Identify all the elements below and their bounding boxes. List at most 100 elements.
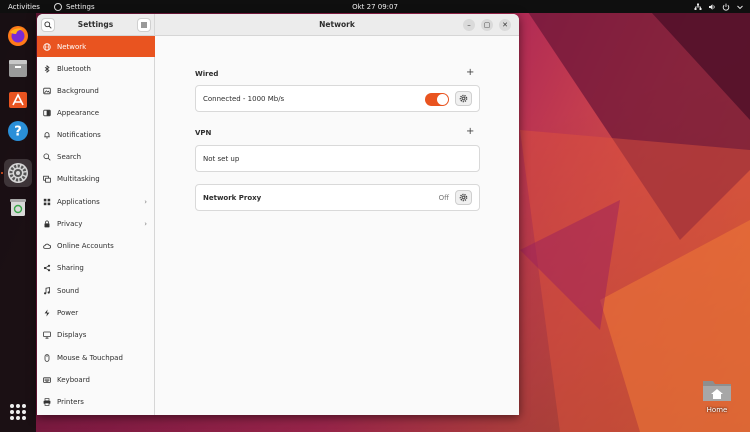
bluetooth-icon bbox=[44, 64, 50, 73]
sidebar-item-label: Sharing bbox=[57, 263, 84, 272]
show-applications-button[interactable] bbox=[10, 404, 26, 420]
sidebar-item-applications[interactable]: Applications › bbox=[37, 191, 155, 212]
sidebar-item-printers[interactable]: Printers bbox=[37, 391, 155, 412]
proxy-state: Off bbox=[438, 194, 449, 202]
gear-icon bbox=[459, 94, 468, 103]
sidebar-item-sound[interactable]: Sound bbox=[37, 280, 155, 301]
proxy-settings-button[interactable] bbox=[455, 190, 472, 205]
sidebar-item-notifications[interactable]: Notifications bbox=[37, 124, 155, 145]
sidebar-item-label: Mouse & Touchpad bbox=[57, 353, 123, 362]
network-icon bbox=[694, 3, 702, 10]
dock-software[interactable] bbox=[4, 85, 32, 113]
app-menu[interactable]: Settings bbox=[53, 2, 95, 11]
sidebar-item-mouse-touchpad[interactable]: Mouse & Touchpad bbox=[37, 347, 155, 368]
sidebar-item-online-accounts[interactable]: Online Accounts bbox=[37, 235, 155, 256]
chevron-right-icon: › bbox=[144, 220, 147, 228]
main-headerbar: Network – ▢ ✕ bbox=[155, 14, 519, 36]
home-folder-icon bbox=[703, 381, 731, 401]
grid-dot bbox=[16, 416, 20, 420]
network-panel: Wired + Connected - 1000 Mb/s VPN + Not … bbox=[155, 36, 519, 415]
sidebar-item-sharing[interactable]: Sharing bbox=[37, 257, 155, 278]
sidebar-item-label: Appearance bbox=[57, 108, 100, 117]
ubuntu-software-icon bbox=[9, 92, 27, 108]
background-icon bbox=[43, 87, 51, 94]
wired-connection-row: Connected - 1000 Mb/s bbox=[195, 85, 480, 112]
settings-icon bbox=[8, 163, 28, 183]
clock[interactable]: Okt 27 09:07 bbox=[352, 3, 398, 11]
settings-window: Settings Network – ▢ ✕ Network Bluetooth… bbox=[37, 14, 519, 415]
grid-dot bbox=[10, 416, 14, 420]
volume-icon bbox=[709, 3, 715, 10]
add-wired-button[interactable]: + bbox=[466, 68, 474, 78]
sidebar-item-power[interactable]: Power bbox=[37, 302, 155, 323]
main-menu-button[interactable] bbox=[137, 18, 151, 32]
dock: ? bbox=[0, 13, 36, 432]
system-tray[interactable] bbox=[694, 0, 744, 13]
chevron-right-icon: › bbox=[144, 198, 147, 206]
appearance-icon bbox=[43, 109, 51, 116]
sidebar-item-appearance[interactable]: Appearance bbox=[37, 102, 155, 123]
keyboard-icon bbox=[43, 376, 51, 383]
sidebar-item-network[interactable]: Network bbox=[37, 36, 155, 57]
top-bar: Activities Settings Okt 27 09:07 bbox=[0, 0, 750, 13]
files-icon bbox=[9, 60, 27, 77]
maximize-button[interactable]: ▢ bbox=[481, 19, 493, 31]
display-icon bbox=[43, 331, 51, 339]
sidebar-item-keyboard[interactable]: Keyboard bbox=[37, 369, 155, 390]
dock-help[interactable]: ? bbox=[4, 117, 32, 145]
bell-icon bbox=[44, 131, 50, 139]
vpn-section-title: VPN bbox=[195, 129, 212, 137]
sidebar-item-multitasking[interactable]: Multitasking bbox=[37, 168, 155, 189]
sidebar-item-label: Sound bbox=[57, 286, 80, 295]
dock-trash[interactable] bbox=[4, 193, 32, 221]
mouse-icon bbox=[44, 353, 50, 362]
sidebar-item-label: Power bbox=[57, 308, 79, 317]
grid-dot bbox=[22, 410, 26, 414]
sidebar-item-label: Bluetooth bbox=[57, 64, 91, 73]
desktop-home-folder[interactable]: Home bbox=[700, 378, 734, 414]
sidebar-item-privacy[interactable]: Privacy › bbox=[37, 213, 155, 234]
network-proxy-row[interactable]: Network Proxy Off bbox=[195, 184, 480, 211]
svg-text:?: ? bbox=[14, 125, 22, 140]
minimize-button[interactable]: – bbox=[463, 19, 475, 31]
settings-gear-icon bbox=[53, 2, 62, 11]
help-icon: ? bbox=[8, 121, 28, 141]
sidebar-item-label: Notifications bbox=[57, 130, 101, 139]
power-icon bbox=[44, 309, 50, 316]
firefox-icon bbox=[8, 26, 28, 46]
search-icon bbox=[43, 152, 51, 161]
clock-area: Okt 27 09:07 bbox=[0, 3, 750, 11]
sidebar-item-label: Privacy bbox=[57, 219, 83, 228]
sidebar-headerbar: Settings bbox=[37, 14, 155, 36]
close-button[interactable]: ✕ bbox=[499, 19, 511, 31]
network-icon bbox=[43, 42, 51, 51]
gear-icon bbox=[459, 193, 468, 202]
hamburger-menu-icon bbox=[141, 22, 147, 28]
sidebar-item-label: Online Accounts bbox=[57, 241, 114, 250]
sidebar-item-search[interactable]: Search bbox=[37, 146, 155, 167]
grid-dot bbox=[22, 404, 26, 408]
grid-dot bbox=[22, 416, 26, 420]
network-proxy-label: Network Proxy bbox=[203, 193, 262, 202]
wired-toggle[interactable] bbox=[425, 93, 449, 106]
trash-icon bbox=[10, 199, 26, 216]
privacy-icon bbox=[44, 220, 50, 227]
dock-files[interactable] bbox=[4, 54, 32, 82]
sidebar-item-label: Displays bbox=[57, 330, 87, 339]
activities-button[interactable]: Activities bbox=[8, 3, 40, 11]
sidebar-item-label: Multitasking bbox=[57, 174, 100, 183]
multitasking-icon bbox=[43, 175, 51, 183]
dock-firefox[interactable] bbox=[4, 22, 32, 50]
wired-settings-button[interactable] bbox=[455, 91, 472, 106]
sidebar-item-label: Background bbox=[57, 86, 99, 95]
settings-sidebar: Network Bluetooth Background Appearance … bbox=[37, 36, 155, 415]
sidebar-item-displays[interactable]: Displays bbox=[37, 324, 155, 345]
vpn-row: Not set up bbox=[195, 145, 480, 172]
sidebar-item-background[interactable]: Background bbox=[37, 80, 155, 101]
add-vpn-button[interactable]: + bbox=[466, 127, 474, 137]
sidebar-item-label: Search bbox=[57, 152, 82, 161]
sidebar-item-bluetooth[interactable]: Bluetooth bbox=[37, 58, 155, 79]
dock-settings[interactable] bbox=[4, 159, 32, 187]
app-menu-label: Settings bbox=[65, 2, 95, 11]
sidebar-item-label: Network bbox=[57, 42, 87, 51]
